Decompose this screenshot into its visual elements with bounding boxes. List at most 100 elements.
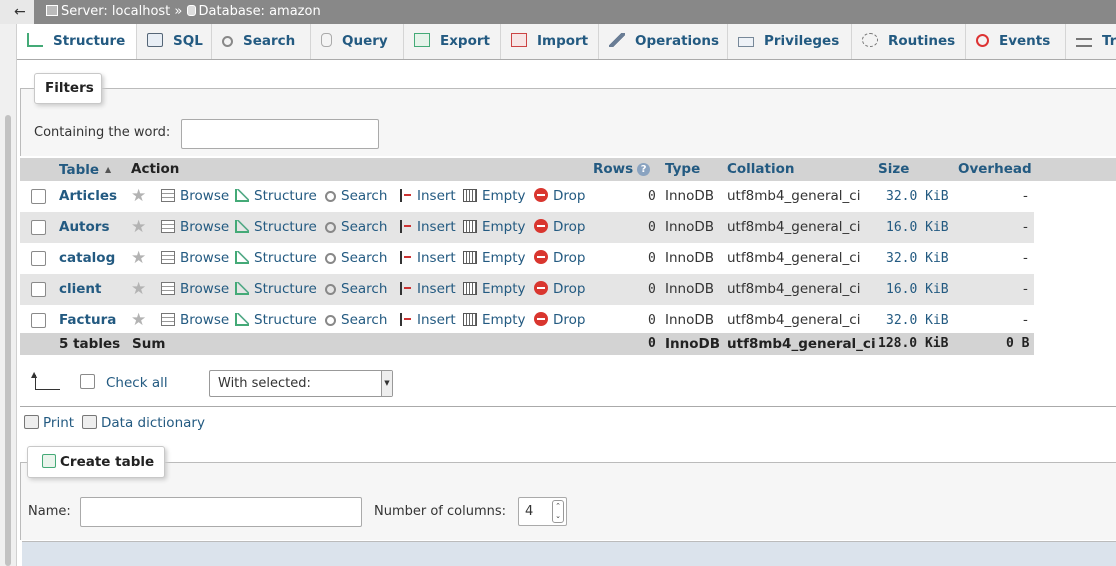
structure-action[interactable]: Structure (235, 212, 317, 243)
row-checkbox[interactable] (31, 251, 46, 266)
tab-import[interactable]: Import (501, 24, 599, 59)
table-size[interactable]: 32.0 KiB (886, 243, 949, 274)
tab-label: Query (342, 33, 388, 49)
empty-action[interactable]: Empty (463, 274, 526, 305)
insert-action[interactable]: Insert (398, 181, 456, 212)
table-name-link[interactable]: Factura (59, 305, 116, 336)
tab-triggers[interactable]: Tr (1066, 24, 1116, 59)
table-name-link[interactable]: client (59, 274, 101, 305)
tab-routines[interactable]: Routines (852, 24, 966, 59)
check-all-label[interactable]: Check all (106, 375, 168, 391)
table-size[interactable]: 32.0 KiB (886, 181, 949, 212)
row-checkbox[interactable] (31, 313, 46, 328)
tab-privileges[interactable]: Privileges (728, 24, 852, 59)
header-table[interactable]: Table ▲ (59, 158, 111, 181)
chevron-down-icon: ▼ (381, 371, 392, 396)
header-type[interactable]: Type (665, 158, 700, 181)
spinner-icon[interactable]: ⌃ ⌄ (552, 500, 564, 523)
tab-query[interactable]: Query (311, 24, 404, 59)
drop-action[interactable]: Drop (534, 181, 585, 212)
data-dictionary-link[interactable]: Data dictionary (82, 415, 205, 431)
tab-search[interactable]: Search (212, 24, 311, 59)
drop-action[interactable]: Drop (534, 305, 585, 336)
header-overhead[interactable]: Overhead (958, 158, 1032, 181)
empty-action[interactable]: Empty (463, 305, 526, 336)
tab-operations[interactable]: Operations (599, 24, 728, 59)
empty-label: Empty (482, 312, 526, 328)
insert-action[interactable]: Insert (398, 212, 456, 243)
search-action[interactable]: Search (325, 274, 387, 305)
columns-stepper[interactable]: 4 ⌃ ⌄ (518, 497, 567, 526)
row-checkbox[interactable] (31, 189, 46, 204)
drop-label: Drop (553, 312, 586, 328)
tab-export[interactable]: Export (404, 24, 501, 59)
browse-action[interactable]: Browse (161, 181, 229, 212)
table-name-link[interactable]: catalog (59, 243, 115, 274)
favorite-star-icon[interactable]: ★ (131, 181, 146, 212)
browse-icon (161, 189, 175, 202)
navigation-scrollbar[interactable] (5, 115, 11, 566)
back-arrow-icon[interactable]: ← (0, 0, 34, 24)
data-dictionary-label: Data dictionary (101, 415, 205, 431)
insert-action[interactable]: Insert (398, 305, 456, 336)
insert-action[interactable]: Insert (398, 274, 456, 305)
search-action[interactable]: Search (325, 305, 387, 336)
favorite-star-icon[interactable]: ★ (131, 305, 146, 336)
insert-action[interactable]: Insert (398, 243, 456, 274)
empty-action[interactable]: Empty (463, 212, 526, 243)
structure-action[interactable]: Structure (235, 181, 317, 212)
empty-action[interactable]: Empty (463, 243, 526, 274)
browse-action[interactable]: Browse (161, 305, 229, 336)
filter-input[interactable] (181, 119, 379, 149)
table-size[interactable]: 32.0 KiB (886, 305, 949, 336)
structure-icon (235, 313, 249, 326)
check-all-checkbox[interactable] (80, 374, 95, 389)
table-row: Articles ★ Browse Structure Search Insert Empt… (20, 181, 1034, 212)
table-row: Factura ★ Browse Structure Search Insert Empty… (20, 305, 1034, 336)
table-name-link[interactable]: Articles (59, 181, 117, 212)
header-rows[interactable]: Rows? (593, 158, 651, 181)
header-action: Action (131, 161, 180, 177)
breadcrumb-database[interactable]: Database: amazon (199, 4, 321, 19)
drop-action[interactable]: Drop (534, 274, 585, 305)
search-action[interactable]: Search (325, 243, 387, 274)
favorite-star-icon[interactable]: ★ (131, 243, 146, 274)
structure-action[interactable]: Structure (235, 305, 317, 336)
drop-action[interactable]: Drop (534, 212, 585, 243)
privileges-icon (738, 37, 754, 47)
header-table-label: Table (59, 162, 100, 178)
browse-action[interactable]: Browse (161, 274, 229, 305)
engine-type: InnoDB (665, 312, 715, 328)
header-size[interactable]: Size (878, 158, 909, 181)
favorite-star-icon[interactable]: ★ (131, 274, 146, 305)
structure-action[interactable]: Structure (235, 243, 317, 274)
breadcrumb: Server: localhost » Database: amazon (46, 0, 321, 24)
browse-action[interactable]: Browse (161, 212, 229, 243)
browse-action[interactable]: Browse (161, 243, 229, 274)
browse-icon (161, 251, 175, 264)
drop-action[interactable]: Drop (534, 243, 585, 274)
favorite-star-icon[interactable]: ★ (131, 212, 146, 243)
with-selected-select[interactable]: With selected: ▼ (209, 370, 393, 397)
tab-structure[interactable]: Structure (17, 24, 137, 59)
search-action[interactable]: Search (325, 212, 387, 243)
breadcrumb-server[interactable]: Server: localhost (61, 4, 170, 19)
structure-icon (27, 33, 43, 47)
row-checkbox[interactable] (31, 282, 46, 297)
tab-sql[interactable]: SQL (137, 24, 212, 59)
structure-label: Structure (254, 250, 317, 266)
insert-label: Insert (417, 250, 456, 266)
table-name-link[interactable]: Autors (59, 212, 109, 243)
search-action[interactable]: Search (325, 181, 387, 212)
table-size[interactable]: 16.0 KiB (886, 212, 949, 243)
row-checkbox[interactable] (31, 220, 46, 235)
tab-events[interactable]: Events (966, 24, 1066, 59)
print-link[interactable]: Print (24, 415, 74, 431)
table-size[interactable]: 16.0 KiB (886, 274, 949, 305)
empty-action[interactable]: Empty (463, 181, 526, 212)
table-name-input[interactable] (80, 497, 362, 527)
header-collation[interactable]: Collation (727, 158, 795, 181)
empty-label: Empty (482, 250, 526, 266)
help-icon[interactable]: ? (637, 163, 651, 176)
structure-action[interactable]: Structure (235, 274, 317, 305)
